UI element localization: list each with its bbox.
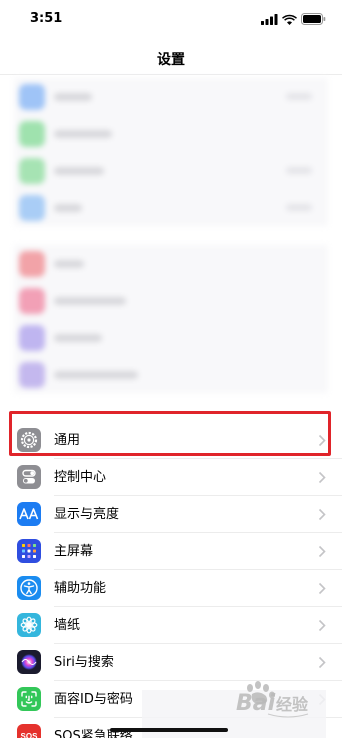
accessibility-icon (17, 576, 41, 600)
blurred-icon (19, 325, 45, 351)
svg-text:经验: 经验 (276, 695, 309, 714)
blurred-text (54, 371, 138, 379)
blurred-group-account (14, 78, 328, 226)
chevron-right-icon (318, 582, 326, 595)
blurred-icon (19, 84, 45, 110)
blurred-icon (19, 288, 45, 314)
blurred-icon (19, 158, 45, 184)
svg-text:SOS: SOS (21, 732, 39, 738)
signal-icon (261, 13, 278, 25)
wifi-icon (282, 14, 297, 25)
blurred-value (286, 204, 312, 211)
blurred-icon (19, 362, 45, 388)
text-size-icon (17, 502, 41, 526)
chevron-right-icon (318, 471, 326, 484)
home-indicator (110, 728, 228, 732)
nav-divider (0, 74, 342, 75)
blurred-row (14, 245, 328, 282)
settings-item-label: 显示与亮度 (54, 507, 120, 522)
flower-icon (17, 613, 41, 637)
blurred-text (54, 167, 104, 175)
status-bar: 3:51 (0, 0, 342, 40)
battery-icon (301, 13, 326, 25)
settings-item-label: Siri与搜索 (54, 655, 114, 670)
blurred-icon (19, 195, 45, 221)
watermark-logo: Bai 经验 (236, 681, 309, 718)
face-id-icon (17, 687, 41, 711)
settings-item-label: 辅助功能 (54, 581, 107, 596)
settings-item-label: 面容ID与密码 (54, 692, 133, 707)
blurred-icon (19, 121, 45, 147)
chevron-right-icon (318, 545, 326, 558)
settings-item-label: 主屏幕 (54, 544, 94, 559)
settings-item-label: 控制中心 (54, 470, 107, 485)
settings-screen: 3:51 设置 通用 控制中心 显示与亮度 主屏幕 辅助功能 墙纸 Siri与搜… (0, 0, 342, 738)
blurred-value (286, 93, 312, 100)
blurred-group-notifications (14, 245, 328, 393)
toggle-icon (17, 465, 41, 489)
chevron-right-icon (318, 619, 326, 632)
status-time: 3:51 (30, 11, 63, 26)
blurred-text (54, 130, 112, 138)
blurred-text (54, 334, 102, 342)
blurred-text (54, 204, 82, 212)
page-title: 设置 (157, 52, 185, 68)
blurred-row (14, 319, 328, 356)
settings-item-control-center[interactable]: 控制中心 (0, 459, 342, 496)
blurred-value (286, 167, 312, 174)
settings-item-siri-search[interactable]: Siri与搜索 (0, 644, 342, 681)
chevron-right-icon (318, 656, 326, 669)
settings-item-label: 墙纸 (54, 618, 81, 633)
blurred-row (14, 152, 328, 189)
settings-item-display-brightness[interactable]: 显示与亮度 (0, 496, 342, 533)
sos-icon: SOS (17, 724, 41, 738)
settings-item-home-screen[interactable]: 主屏幕 (0, 533, 342, 570)
status-icons (261, 13, 326, 25)
blurred-row (14, 189, 328, 226)
blurred-row (14, 356, 328, 393)
blurred-text (54, 297, 126, 305)
siri-icon (17, 650, 41, 674)
blurred-row (14, 282, 328, 319)
blurred-row (14, 78, 328, 115)
grid-icon (17, 539, 41, 563)
settings-item-wallpaper[interactable]: 墙纸 (0, 607, 342, 644)
settings-item-accessibility[interactable]: 辅助功能 (0, 570, 342, 607)
blurred-text (54, 93, 92, 101)
chevron-right-icon (318, 508, 326, 521)
highlight-box (9, 411, 331, 456)
svg-text:Bai: Bai (236, 691, 276, 716)
blurred-row (14, 115, 328, 152)
blurred-icon (19, 251, 45, 277)
blurred-text (54, 260, 84, 268)
